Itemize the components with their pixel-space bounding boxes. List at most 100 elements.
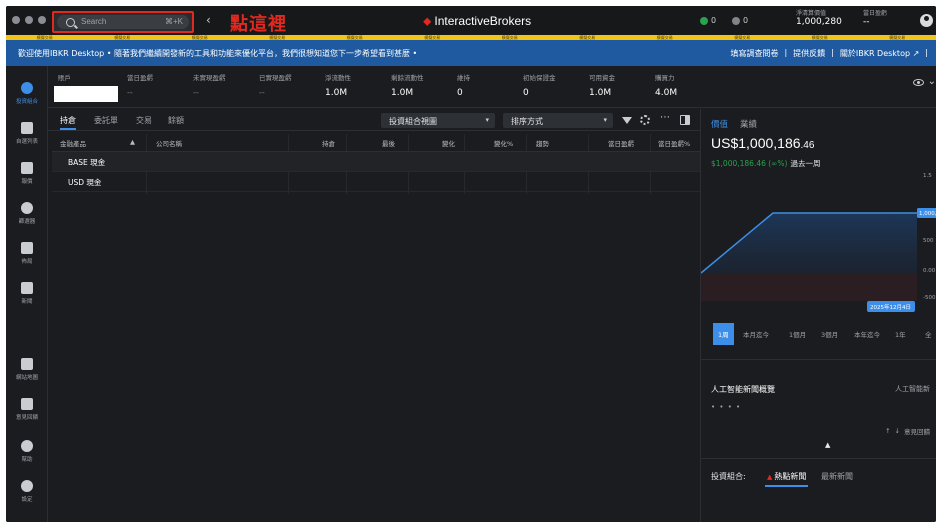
range-tab[interactable]: 1個月 [789,329,806,339]
maximize-dot-icon[interactable] [38,16,46,24]
stat-initial-margin: 初始保證金 0 [523,72,556,98]
tab-trades[interactable]: 交易 [136,115,152,126]
stat-value: -- [127,88,133,97]
tab-orders[interactable]: 委託單 [94,115,118,126]
ai-news-link[interactable]: 人工智能新 [895,384,930,394]
thumbs-up-icon[interactable]: ↑ [885,427,890,435]
dropdown-label: 投資組合視圖 [389,117,437,126]
gear-icon[interactable] [640,115,650,125]
thumbs-down-icon[interactable]: ↓ [895,427,900,435]
range-tab[interactable]: 3個月 [821,329,838,339]
tab-positions[interactable]: 持倉 [60,115,76,130]
feedback-icon [21,398,33,410]
announcement-bar: 歡迎使用IBKR Desktop • 隨著我們繼續開發新的工具和功能來優化平台，… [6,40,936,66]
tab-value[interactable]: 價值 [711,118,728,130]
sidebar-item-layout[interactable]: 佈局 [6,242,48,265]
sort-dropdown[interactable]: 排序方式 ▾ [503,113,613,128]
sidebar-item-screener[interactable]: 篩選器 [6,202,48,225]
alerts-status[interactable]: 0 [732,16,748,25]
sidebar-item-settings[interactable]: 設定 [6,480,48,503]
account-id-field[interactable] [54,86,118,102]
daily-pnl-header: 當日盈虧 -- [863,10,887,27]
sidebar-item-label: 新聞 [21,299,33,305]
value-cents: .46 [800,140,815,151]
portfolio-icon [21,82,33,94]
quotes-icon [21,162,33,174]
news-tabs: 投資組合: 熱點新聞 最新新聞 [711,471,936,491]
back-icon[interactable]: ‹ [206,13,211,27]
positions-tabs: 持倉 委託單 交易 餘額 投資組合視圖 ▾ 排序方式 ▾ ⋯ [48,109,700,131]
range-tab[interactable]: 本月迄今 [743,329,769,339]
sidebar-item-label: 篩選器 [18,219,36,225]
chevron-down-icon[interactable]: ⌄ [928,76,936,87]
connection-status[interactable]: 0 [700,16,716,25]
eye-icon[interactable] [913,79,924,86]
feedback-link[interactable]: 提供反饋 [793,48,825,59]
announcement-text: 歡迎使用IBKR Desktop • 隨著我們繼續開發新的工具和功能來優化平台，… [18,49,418,58]
feedback-label[interactable]: 意見回饋 [904,426,930,436]
about-link[interactable]: 關於IBKR Desktop ↗ [840,48,919,59]
stat-realized-pnl: 已實現盈虧 -- [259,72,292,97]
settings-icon [21,480,33,492]
window-controls[interactable] [12,16,46,24]
sort-up-icon[interactable]: ▲ [130,138,135,146]
value-chart[interactable]: 1.51,0005000.00-5001,000,2025年12月4日 [701,173,936,319]
range-tab[interactable]: 全 [925,329,932,339]
range-tab[interactable]: 本年迄今 [854,329,880,339]
range-tab[interactable]: 1年 [895,329,906,339]
sidebar-item-portfolio[interactable]: 投資組合 [6,82,48,105]
avatar[interactable] [920,14,933,27]
sidebar-item-sitemap[interactable]: 網站地圖 [6,358,48,381]
chart-area [701,212,917,273]
sidebar-item-quotes[interactable]: 報價 [6,162,48,185]
col-daily-pnl-pct[interactable]: 當日盈虧% [658,138,690,148]
announcement-links: 填寫調查問卷 | 提供反饋 | 關於IBKR Desktop ↗ | [730,48,928,59]
range-tab[interactable]: 1周 [713,323,734,345]
click-here-callout: 點這裡 [230,14,287,35]
stat-value: -- [259,88,265,97]
table-row[interactable]: BASE 現金 [52,152,700,172]
range-tabs: 1周 本月迄今 1個月 3個月 本年迄今 1年 全 [711,323,936,345]
stat-value: 4.0M [655,88,678,98]
sidebar-item-label: 報價 [21,179,33,185]
survey-link[interactable]: 填寫調查問卷 [730,48,778,59]
portfolio-view-dropdown[interactable]: 投資組合視圖 ▾ [381,113,495,128]
daily-pnl-value: -- [863,17,870,27]
link-divider: | [925,48,928,57]
filter-icon[interactable] [622,117,632,124]
stat-buying-power: 購買力 4.0M [655,72,677,98]
minimize-dot-icon[interactable] [25,16,33,24]
stat-label: 已實現盈虧 [259,74,292,82]
table-row[interactable]: USD 現金 [52,172,700,192]
collapse-caret-icon[interactable]: ▲ [825,441,830,449]
tab-latest-news[interactable]: 最新新聞 [821,471,853,482]
tab-hot-news[interactable]: 熱點新聞 [764,471,809,487]
portfolio-news-label: 投資組合: [711,472,746,481]
account-selector[interactable]: 賬戶 [58,72,71,82]
col-last[interactable]: 最後 [382,138,395,148]
more-icon[interactable]: ⋯ [660,112,670,123]
y-tick-label: 0.00 [923,268,936,274]
sidebar-item-news[interactable]: 新聞 [6,282,48,305]
link-divider: | [831,48,834,57]
brand-logo: ⬥ InteractiveBrokers [423,14,531,29]
col-trend[interactable]: 趨勢 [536,138,549,148]
col-instrument[interactable]: 金融產品 [60,138,86,148]
positions-table: 金融產品 ▲ 公司名稱 持倉 最後 變化 變化% 趨勢 當日盈虧 當日盈虧% B… [52,134,700,194]
panel-layout-icon[interactable] [680,115,690,125]
col-position[interactable]: 持倉 [322,138,335,148]
close-dot-icon[interactable] [12,16,20,24]
col-change-pct[interactable]: 變化% [494,138,513,148]
col-daily-pnl[interactable]: 當日盈虧 [608,138,634,148]
sidebar-item-feedback[interactable]: 意見回饋 [6,398,48,421]
news-feedback: ↑ ↓ 意見回饋 [885,426,930,436]
sidebar-item-help[interactable]: 幫助 [6,440,48,463]
col-change[interactable]: 變化 [442,138,455,148]
col-company[interactable]: 公司名稱 [156,138,182,148]
date-tooltip-label: 2025年12月4日 [870,303,911,311]
sidebar-item-watchlist[interactable]: 自選列表 [6,122,48,145]
tab-balances[interactable]: 餘額 [168,115,184,126]
search-box[interactable]: Search ⌘+K [52,11,194,33]
tab-performance[interactable]: 業績 [740,118,757,130]
search-placeholder[interactable]: Search [81,17,106,26]
